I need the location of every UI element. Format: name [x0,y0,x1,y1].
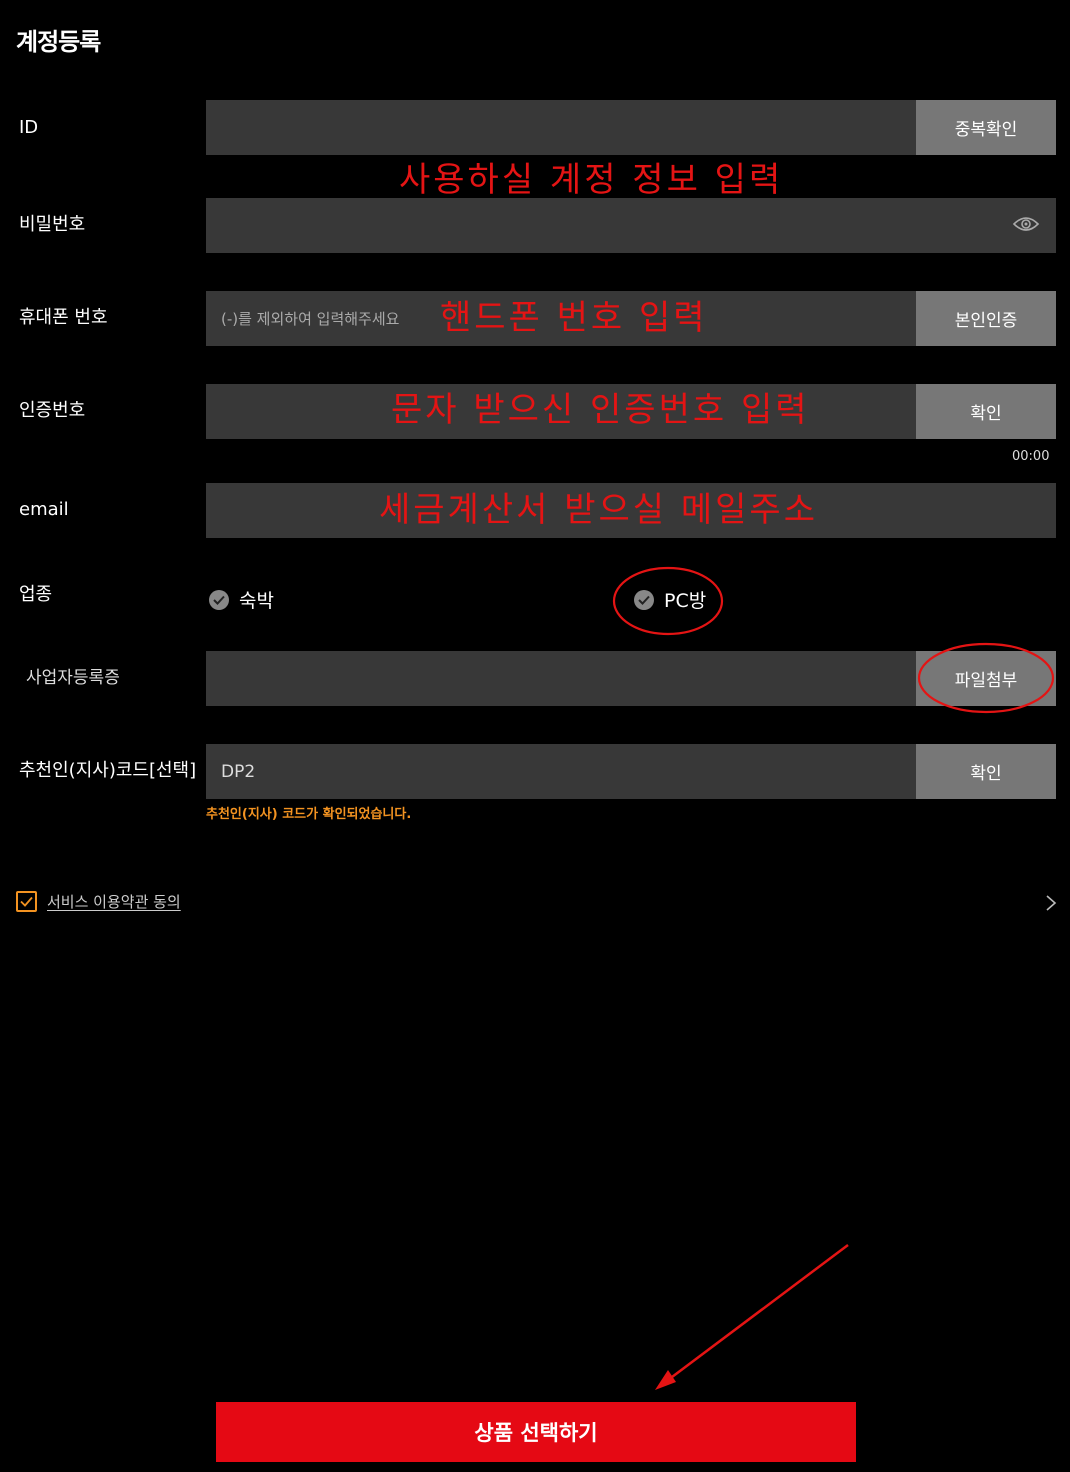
referral-input-value: DP2 [221,761,256,782]
annotation-arrow-head [655,1370,676,1390]
select-product-button[interactable]: 상품 선택하기 [216,1402,856,1462]
terms-agree-checkbox[interactable]: 서비스 이용약관 동의 [16,891,181,912]
annotation-arrow-line [663,1244,849,1384]
id-input[interactable] [206,100,916,155]
auth-timer: 00:00 [1012,449,1050,464]
business-license-label: 사업자등록증 [26,668,120,688]
auth-confirm-button[interactable]: 확인 [916,384,1056,439]
referral-notice: 추천인(지사) 코드가 확인되었습니다. [206,807,412,822]
radio-pc-bang-label: PC방 [664,590,707,612]
email-label: email [19,499,69,520]
eye-icon[interactable] [1012,214,1040,234]
attach-file-button[interactable]: 파일첨부 [916,651,1056,706]
id-label: ID [19,117,39,138]
annotation-phone: 핸드폰 번호 입력 [440,298,708,338]
checkbox-check-icon [16,891,37,912]
phone-label: 휴대폰 번호 [19,307,108,328]
chevron-right-icon[interactable] [1044,894,1058,912]
terms-agree-label: 서비스 이용약관 동의 [47,893,181,911]
duplicate-check-button[interactable]: 중복확인 [916,100,1056,155]
referral-confirm-button[interactable]: 확인 [916,744,1056,799]
password-input[interactable] [206,198,1056,253]
radio-pc-bang[interactable]: PC방 [634,586,706,613]
check-icon [209,589,229,610]
business-type-label: 업종 [19,584,53,605]
referral-input[interactable]: DP2 [206,744,916,799]
radio-lodging[interactable]: 숙박 [209,586,274,613]
identity-verify-button[interactable]: 본인인증 [916,291,1056,346]
check-icon [634,589,654,610]
referral-label: 추천인(지사)코드[선택] [19,760,197,781]
annotation-email: 세금계산서 받으실 메일주소 [379,490,818,530]
annotation-auth: 문자 받으신 인증번호 입력 [391,390,810,430]
radio-lodging-label: 숙박 [239,590,274,612]
annotation-account: 사용하실 계정 정보 입력 [399,160,784,200]
phone-placeholder: (-)를 제외하여 입력해주세요 [221,310,400,328]
business-license-input[interactable] [206,651,916,706]
page-title: 계정등록 [16,28,101,56]
password-label: 비밀번호 [19,214,86,235]
auth-code-label: 인증번호 [19,400,86,421]
